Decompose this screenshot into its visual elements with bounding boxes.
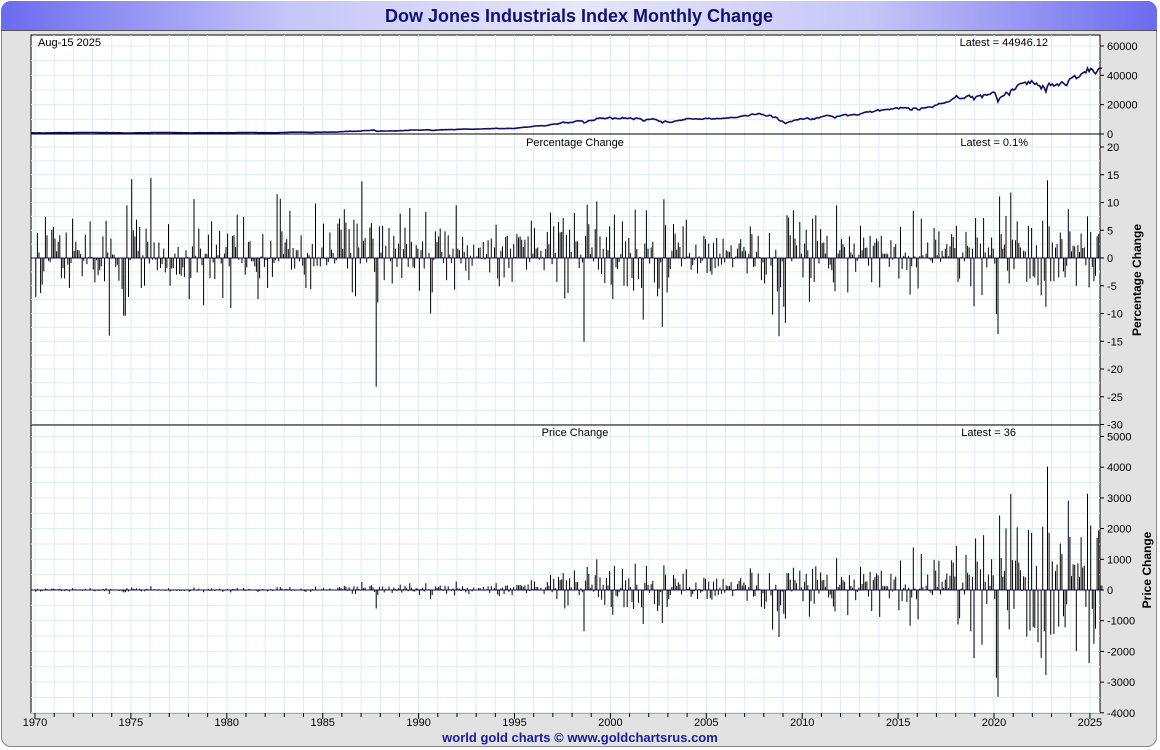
y-tick-label: 2000 [1107,524,1131,536]
x-tick-label: 2000 [598,717,622,729]
x-tick-label: 1980 [215,717,239,729]
y-tick-label: 15 [1107,170,1119,182]
x-tick-label: 1970 [23,717,47,729]
chart-svg: 020000400006000020151050-5-10-15-20-25-3… [23,34,1154,729]
y-tick-label: 20 [1107,142,1119,154]
x-tick-label: 2010 [790,717,814,729]
x-tick-label: 2025 [1078,717,1102,729]
y-tick-label: 3000 [1107,493,1131,505]
y-tick-label: 1000 [1107,554,1131,566]
y-tick-label: 0 [1107,129,1113,141]
x-tick-label: 2015 [886,717,910,729]
y-tick-label: 4000 [1107,462,1131,474]
y-tick-label: 5000 [1107,432,1131,444]
y-tick-label: 0 [1107,585,1113,597]
x-tick-label: 1995 [502,717,526,729]
date-label: Aug-15 2025 [38,37,101,49]
x-tick-label: 1990 [406,717,430,729]
pct-panel-title: Percentage Change [526,137,624,149]
footer-credit: world gold charts © www.goldchartsrus.co… [442,730,718,745]
chart-window: Dow Jones Industrials Index Monthly Chan… [0,0,1160,750]
y-tick-label: -15 [1107,336,1123,348]
y-tick-label: 40000 [1107,70,1138,82]
x-tick-label: 2005 [694,717,718,729]
y-tick-label: -5 [1107,281,1117,293]
y-tick-label: 10 [1107,198,1119,210]
y-tick-label: -2000 [1107,646,1135,658]
y-tick-label: 20000 [1107,100,1138,112]
y-tick-label: -25 [1107,392,1123,404]
price-latest-label: Latest = 36 [961,427,1016,439]
price-panel-title: Price Change [542,427,609,439]
y-tick-label: -3000 [1107,677,1135,689]
price-axis-title: Price Change [1140,531,1154,608]
y-tick-label: -1000 [1107,616,1135,628]
y-tick-label: -10 [1107,309,1123,321]
pct-axis-title: Percentage Change [1130,224,1144,336]
x-tick-label: 1975 [119,717,143,729]
y-tick-label: -4000 [1107,708,1135,720]
index-latest-label: Latest = 44946.12 [960,37,1048,49]
y-tick-label: 60000 [1107,41,1138,53]
x-tick-label: 1985 [310,717,334,729]
x-tick-label: 2020 [982,717,1006,729]
y-tick-label: -20 [1107,364,1123,376]
y-tick-label: 5 [1107,225,1113,237]
y-tick-label: -30 [1107,420,1123,432]
y-tick-label: 0 [1107,253,1113,265]
pct-latest-label: Latest = 0.1% [960,137,1028,149]
